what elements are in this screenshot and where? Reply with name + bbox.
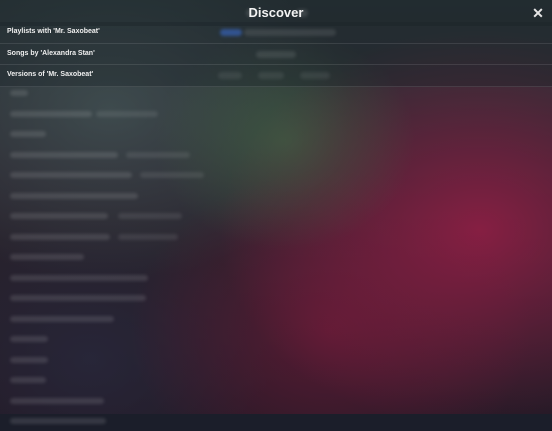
ghost-row [0, 287, 552, 308]
blurred-text [256, 50, 296, 58]
blurred-tab [300, 72, 330, 79]
ghost-row [0, 226, 552, 247]
close-icon[interactable]: ✕ [530, 5, 546, 21]
ghost-row [0, 144, 552, 165]
ghost-row [0, 246, 552, 267]
ghost-row [0, 410, 552, 431]
blurred-tab [258, 72, 284, 79]
ghost-row [0, 390, 552, 411]
ghost-row [0, 267, 552, 288]
ghost-row [0, 185, 552, 206]
menu-item-songs[interactable]: Songs by 'Alexandra Stan' [0, 43, 552, 65]
ghost-row [0, 164, 552, 185]
blurred-tab [218, 72, 242, 79]
menu-item-label: Versions of 'Mr. Saxobeat' [7, 71, 94, 78]
ghost-row [0, 123, 552, 144]
menu-item-label: Playlists with 'Mr. Saxobeat' [7, 28, 100, 35]
menu-item-label: Songs by 'Alexandra Stan' [7, 49, 95, 57]
ghost-row [0, 328, 552, 349]
menu-item-versions[interactable]: Versions of 'Mr. Saxobeat' [0, 65, 552, 87]
blurred-track-list [0, 82, 552, 431]
blurred-progress-track [244, 29, 336, 36]
blurred-progress [220, 29, 242, 36]
menu-item-playlists[interactable]: Playlists with 'Mr. Saxobeat' [0, 22, 552, 44]
discover-menu: Playlists with 'Mr. Saxobeat' Songs by '… [0, 22, 552, 87]
ghost-row [0, 103, 552, 124]
ghost-row [0, 205, 552, 226]
ghost-row [0, 308, 552, 329]
ghost-row [0, 349, 552, 370]
ghost-row [0, 369, 552, 390]
